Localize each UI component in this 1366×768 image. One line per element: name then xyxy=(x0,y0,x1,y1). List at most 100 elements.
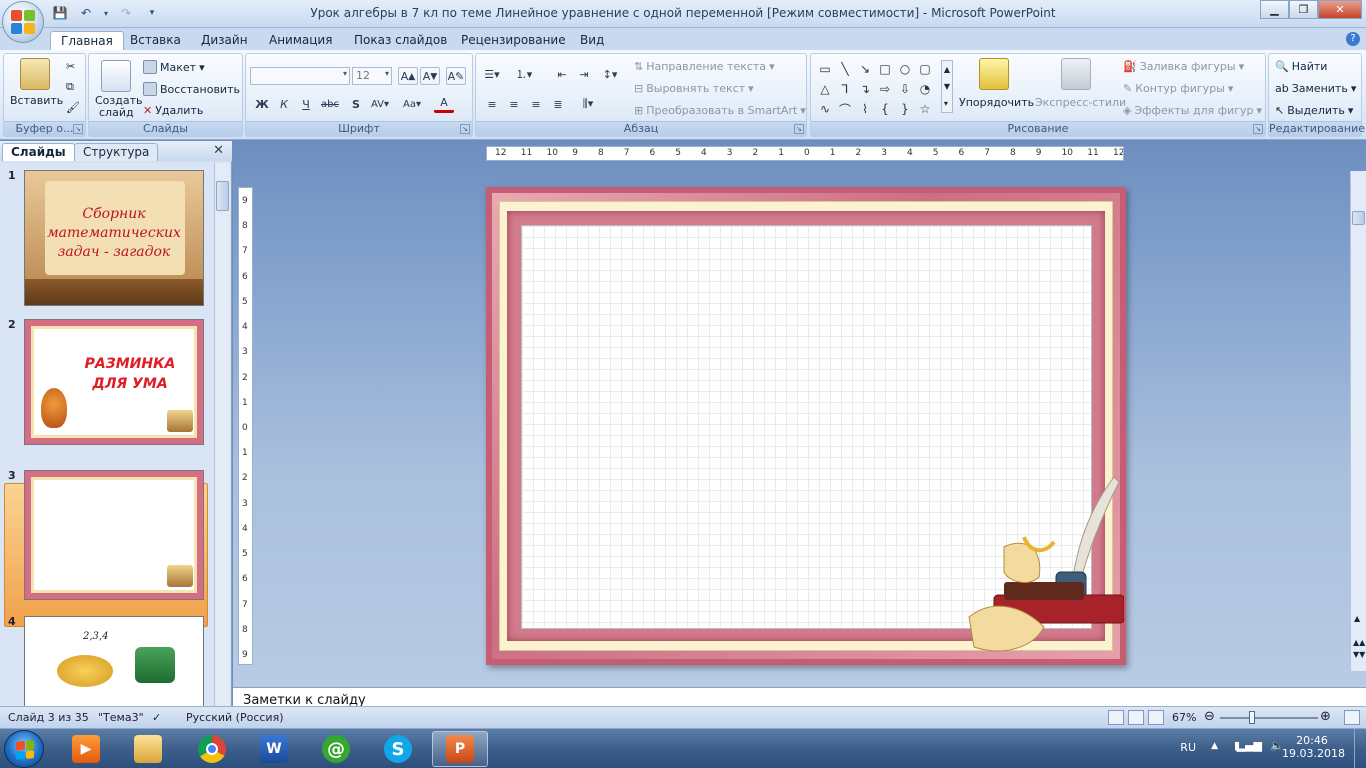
align-left-icon[interactable]: ≡ xyxy=(482,95,502,113)
right-brace-shape-icon[interactable]: } xyxy=(896,100,914,118)
normal-view-icon[interactable] xyxy=(1108,710,1124,725)
delete-slide-button[interactable]: ✕ Удалить xyxy=(143,104,203,117)
freeform-shape-icon[interactable]: ⌇ xyxy=(856,100,874,118)
reset-button[interactable]: Восстановить xyxy=(143,82,240,96)
thumbnail-1[interactable]: Сборник математических задач - загадок xyxy=(24,170,204,306)
shrink-font-icon[interactable]: A ▼ xyxy=(420,67,440,85)
down-arrow-shape-icon[interactable]: ⇩ xyxy=(896,80,914,98)
skype-app[interactable]: S xyxy=(370,731,426,767)
clock[interactable]: 20:46 19.03.2018 xyxy=(1282,734,1345,760)
arc-shape-icon[interactable]: ⌒ xyxy=(836,100,854,118)
shape-fill-button[interactable]: ⛽ Заливка фигуры ▾ xyxy=(1123,60,1244,73)
zoom-slider[interactable] xyxy=(1220,717,1318,719)
quick-styles-button[interactable]: Экспресс-стили xyxy=(1035,96,1126,109)
format-painter-icon[interactable]: 🖌 xyxy=(66,101,80,114)
triangle-shape-icon[interactable]: △ xyxy=(816,80,834,98)
arrange-button[interactable]: Упорядочить xyxy=(959,96,1034,109)
media-player-app[interactable]: ▶ xyxy=(58,731,114,767)
editor-scrollbar[interactable]: ▲ ▲▲ ▼▼ xyxy=(1350,171,1366,671)
tab-outline-panel[interactable]: Структура xyxy=(74,143,159,161)
curve-shape-icon[interactable]: ∿ xyxy=(816,100,834,118)
word-app[interactable]: W xyxy=(246,731,302,767)
elbow-connector-icon[interactable]: ⅂ xyxy=(836,80,854,98)
align-right-icon[interactable]: ≡ xyxy=(526,95,546,113)
tab-animation[interactable]: Анимация xyxy=(269,31,332,50)
copy-icon[interactable]: ⧉ xyxy=(66,80,74,94)
office-button[interactable] xyxy=(2,1,44,43)
tab-home[interactable]: Главная xyxy=(50,31,124,50)
mail-agent-app[interactable]: @ xyxy=(308,731,364,767)
increase-indent-icon[interactable]: ⇥ xyxy=(574,65,594,83)
line-shape-icon[interactable]: ╲ xyxy=(836,60,854,78)
columns-icon[interactable]: ⫼▾ xyxy=(578,95,598,113)
right-arrow-shape-icon[interactable]: ⇨ xyxy=(876,80,894,98)
slideshow-view-icon[interactable] xyxy=(1148,710,1164,725)
font-color-icon[interactable]: A xyxy=(434,95,454,113)
zoom-level[interactable]: 67% xyxy=(1172,711,1196,724)
signal-icon[interactable]: ▂▄▆ xyxy=(1237,739,1262,752)
clear-formatting-icon[interactable]: A✎ xyxy=(446,67,466,85)
help-icon[interactable]: ? xyxy=(1346,32,1360,46)
language-tray[interactable]: RU xyxy=(1180,741,1196,754)
zoom-in-icon[interactable]: ⊕ xyxy=(1320,709,1331,724)
select-button[interactable]: ↖ Выделить ▾ xyxy=(1275,104,1353,117)
strikethrough-icon[interactable]: abc xyxy=(320,95,340,113)
rectangle-shape-icon[interactable]: □ xyxy=(876,60,894,78)
close-button[interactable]: ✕ xyxy=(1318,0,1362,19)
font-name-combo[interactable]: ▾ xyxy=(250,67,350,85)
new-slide-label-2[interactable]: слайд xyxy=(99,106,134,119)
layout-button[interactable]: Макет ▾ xyxy=(143,60,205,74)
align-text-button[interactable]: ⊟ Выровнять текст ▾ xyxy=(634,82,754,95)
grow-font-icon[interactable]: A ▲ xyxy=(398,67,418,85)
clipboard-launcher-icon[interactable]: ↘ xyxy=(73,124,83,134)
file-explorer-app[interactable] xyxy=(120,731,176,767)
scroll-up-icon[interactable]: ▲ xyxy=(1354,614,1360,623)
drawing-launcher-icon[interactable]: ↘ xyxy=(1253,124,1263,134)
oval-shape-icon[interactable]: ○ xyxy=(896,60,914,78)
spellcheck-icon[interactable]: ✓ xyxy=(152,711,161,724)
thumbnail-scrollbar[interactable] xyxy=(214,163,230,706)
tab-insert[interactable]: Вставка xyxy=(130,31,181,50)
thumbnail-4[interactable]: 2,3,4 xyxy=(24,616,204,706)
tab-view[interactable]: Вид xyxy=(580,31,604,50)
shapes-scroll-icon[interactable]: ▲ ▼ ▾ xyxy=(941,60,953,113)
line-spacing-icon[interactable]: ↕▾ xyxy=(600,65,620,83)
font-launcher-icon[interactable]: ↘ xyxy=(460,124,470,134)
cut-icon[interactable]: ✂ xyxy=(66,60,75,73)
tab-design[interactable]: Дизайн xyxy=(201,31,248,50)
decrease-indent-icon[interactable]: ⇤ xyxy=(552,65,572,83)
minimize-button[interactable]: ▁ xyxy=(1260,0,1289,19)
previous-slide-icon[interactable]: ▲▲ xyxy=(1353,639,1365,647)
elbow-arrow-icon[interactable]: ↴ xyxy=(856,80,874,98)
language-indicator[interactable]: Русский (Россия) xyxy=(186,711,284,724)
current-slide[interactable] xyxy=(486,187,1126,665)
left-brace-shape-icon[interactable]: { xyxy=(876,100,894,118)
tab-slides-panel[interactable]: Слайды xyxy=(2,143,75,161)
editor-scroll-thumb[interactable] xyxy=(1352,211,1365,225)
italic-icon[interactable]: К xyxy=(274,95,294,113)
tray-expand-icon[interactable]: ▲ xyxy=(1211,741,1218,751)
shape-outline-button[interactable]: ✎ Контур фигуры ▾ xyxy=(1123,82,1233,95)
start-button[interactable] xyxy=(4,730,44,768)
thumbnail-2[interactable]: РАЗМИНКА ДЛЯ УМА xyxy=(24,319,204,445)
bold-icon[interactable]: Ж xyxy=(252,95,272,113)
zoom-slider-thumb[interactable] xyxy=(1249,711,1255,724)
tab-review[interactable]: Рецензирование xyxy=(461,31,566,50)
tab-slideshow[interactable]: Показ слайдов xyxy=(354,31,447,50)
replace-button[interactable]: ab Заменить ▾ xyxy=(1275,82,1356,95)
font-size-combo[interactable]: 12 ▾ xyxy=(352,67,392,85)
notes-pane[interactable]: Заметки к слайду xyxy=(233,687,1366,708)
convert-smartart-button[interactable]: ⊞ Преобразовать в SmartArt ▾ xyxy=(634,104,806,117)
find-button[interactable]: 🔍 Найти xyxy=(1275,60,1327,73)
change-case-icon[interactable]: Aa▾ xyxy=(402,95,422,113)
fit-to-window-icon[interactable] xyxy=(1344,710,1360,725)
align-center-icon[interactable]: ≡ xyxy=(504,95,524,113)
callout-shape-icon[interactable]: ◔ xyxy=(916,80,934,98)
close-panel-icon[interactable]: ✕ xyxy=(213,143,224,158)
arrow-line-shape-icon[interactable]: ↘ xyxy=(856,60,874,78)
show-desktop-button[interactable] xyxy=(1354,729,1366,768)
slide-sorter-icon[interactable] xyxy=(1128,710,1144,725)
numbering-icon[interactable]: ⒈▾ xyxy=(514,65,534,83)
thumbnail-3-selected[interactable] xyxy=(24,470,204,600)
restore-button[interactable]: ❐ xyxy=(1289,0,1318,19)
